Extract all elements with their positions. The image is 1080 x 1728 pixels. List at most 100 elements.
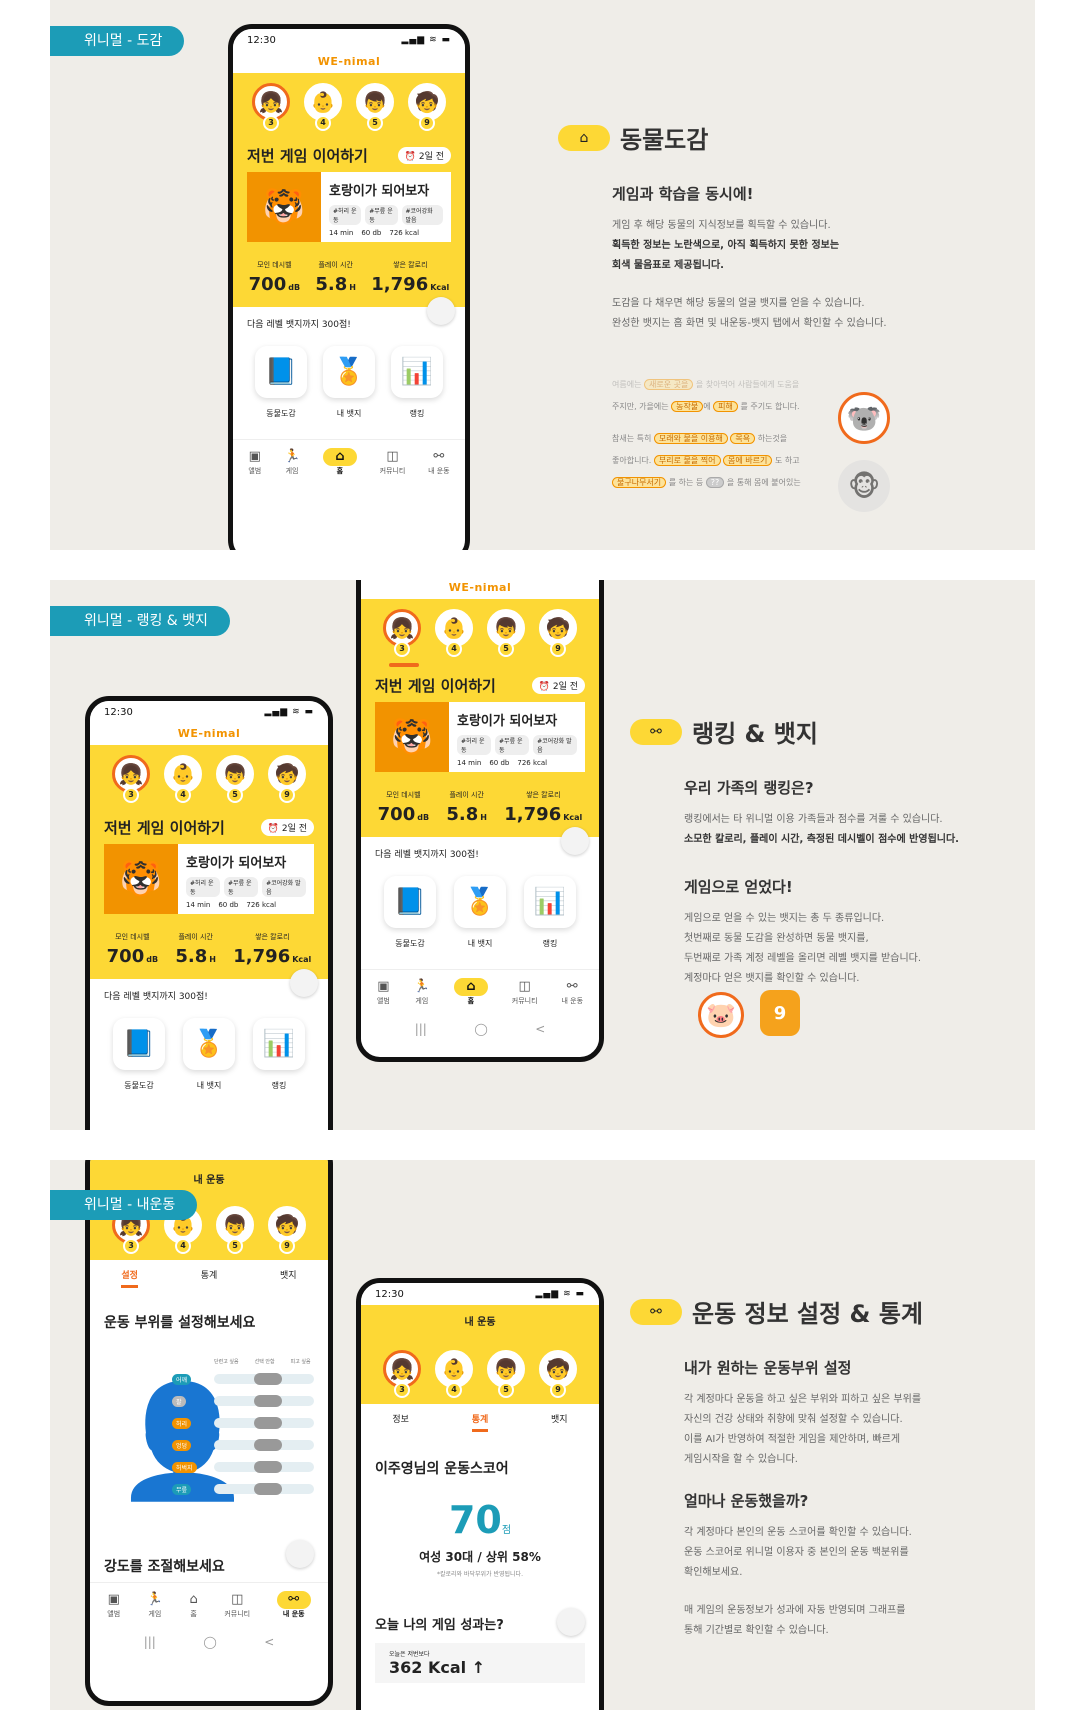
menu-ranking[interactable]: 📊 랭킹 [524, 876, 576, 949]
menu-encyclopedia[interactable]: 📘 동물도감 [255, 346, 307, 419]
tab-my-exercise[interactable]: ⚯ 내 운동 [561, 978, 583, 1006]
avatar-list: 👧 3 👶 4 👦 5 🧒 9 [90, 745, 328, 809]
avatar[interactable]: 🧒 9 [407, 83, 447, 131]
tag-chip: #무릎 운동 [495, 735, 530, 755]
avatar[interactable]: 👶 4 [434, 1350, 474, 1398]
game-stat: 726 kcal [389, 229, 420, 237]
description-ranking: ⚯ 랭킹 & 뱃지 우리 가족의 랭킹은? 랭킹에서는 타 위니멀 이용 가족들과… [630, 714, 1030, 989]
game-stat: 60 db [218, 901, 239, 909]
desc-text: 게임으로 얻을 수 있는 뱃지는 총 두 종류입니다. [684, 913, 885, 924]
avatar[interactable]: 👶 4 [434, 609, 474, 657]
avatar[interactable]: 👦 5 [215, 1206, 255, 1254]
koala-icon: 🐨 [838, 392, 890, 444]
game-card[interactable]: 🐯 호랑이가 되어보자 #허리 운동 #무릎 운동 #코어강화 말음 14 min 6… [104, 844, 314, 914]
avatar[interactable]: 👦 5 [215, 755, 255, 803]
back-button[interactable]: < [535, 1022, 545, 1036]
slider-arm[interactable] [214, 1395, 314, 1407]
phone-stats: 12:30 ▂▄▆ ≋ ▬ 내 운동 👧 3 👶 4 👦 5 🧒 9 정보 통계 뱃지 이… [356, 1278, 604, 1710]
menu-ranking[interactable]: 📊 랭킹 [391, 346, 443, 419]
tab-my-exercise[interactable]: ⚯ 내 운동 [428, 448, 450, 476]
avatar[interactable]: 🧒 9 [538, 1350, 578, 1398]
tab-home[interactable]: ⌂ 홈 [190, 1591, 198, 1619]
toggle-button[interactable] [290, 969, 318, 997]
tab-game[interactable]: 🏃 게임 [414, 978, 430, 1006]
rank-text: 여성 30대 / 상위 58% [419, 1550, 541, 1564]
slider-hip[interactable] [214, 1439, 314, 1451]
book-paw-icon: 📘 [113, 1018, 165, 1070]
tag-chip: #허리 운동 [329, 205, 362, 225]
avatar[interactable]: 🧒 9 [267, 755, 307, 803]
game-card[interactable]: 🐯 호랑이가 되어보자 #허리 운동 #무릎 운동 #코어강화 말음 14 min 6… [247, 172, 451, 242]
menu-badge[interactable]: 🏅 내 뱃지 [323, 346, 375, 419]
tab-album[interactable]: ▣ 앨범 [107, 1591, 120, 1619]
toggle-button[interactable] [427, 297, 455, 325]
part-label-shoulder: 어깨 [172, 1374, 192, 1385]
avatar[interactable]: 👶 4 [163, 755, 203, 803]
toggle-button[interactable] [286, 1540, 314, 1568]
tab-album[interactable]: ▣ 앨범 [377, 978, 390, 1006]
menu-ranking[interactable]: 📊 랭킹 [253, 1018, 305, 1091]
toggle-button[interactable] [561, 827, 589, 855]
menu-badge[interactable]: 🏅 내 뱃지 [183, 1018, 235, 1091]
tab-community[interactable]: ◫ 커뮤니티 [380, 448, 406, 476]
avatar[interactable]: 👧 3 [251, 83, 291, 131]
game-stat: 60 db [489, 759, 510, 767]
tab-info[interactable]: 정보 [392, 1412, 409, 1432]
desc-text: 첫번째로 동물 도감을 완성하면 동물 뱃지를, [684, 933, 869, 944]
tag-chip: #코어강화 말음 [533, 735, 577, 755]
tab-badge[interactable]: 뱃지 [280, 1268, 297, 1288]
today-title: 오늘 나의 게임 성과는? [375, 1608, 585, 1636]
tab-album[interactable]: ▣ 앨범 [248, 448, 261, 476]
tab-stats[interactable]: 통계 [201, 1268, 218, 1288]
tab-home[interactable]: ⌂ 홈 [453, 978, 488, 1006]
home-icon: ⌂ [322, 448, 357, 466]
toggle-button[interactable] [557, 1608, 585, 1636]
tab-community[interactable]: ◫ 커뮤니티 [512, 978, 538, 1006]
slider-waist[interactable] [214, 1417, 314, 1429]
tab-bar: ▣ 앨범 🏃 게임 ⌂ 홈 ◫ 커뮤니티 ⚯ 내 운동 [233, 439, 465, 484]
game-card[interactable]: 🐯 호랑이가 되어보자 #허리 운동 #무릎 운동 #코어강화 말음 14 min 6… [375, 702, 585, 772]
community-icon: ◫ [386, 449, 399, 464]
tab-badge[interactable]: 뱃지 [551, 1412, 568, 1432]
section-title: 랭킹 & 뱃지 [692, 720, 818, 748]
game-name: 호랑이가 되어보자 [186, 856, 287, 871]
home-button[interactable]: ◯ [474, 1022, 487, 1036]
dumbbell-icon: ⚯ [276, 1591, 311, 1609]
avatar[interactable]: 🧒 9 [538, 609, 578, 657]
tab-settings[interactable]: 설정 [121, 1268, 138, 1288]
medal-icon: 🏅 [183, 1018, 235, 1070]
tab-game[interactable]: 🏃 게임 [284, 448, 300, 476]
desc-text: 획득한 정보는 노란색으로, 아직 획득하지 못한 정보는 [612, 240, 840, 251]
phone-home-front: WE-nimal 👧 3 👶 4 👦 5 🧒 9 저번 게임 이어하기 ⏰ 2일 전 🐯 … [356, 580, 604, 1062]
back-button[interactable]: < [264, 1635, 274, 1649]
time-ago-badge: ⏰ 2일 전 [397, 147, 451, 164]
tab-community[interactable]: ◫ 커뮤니티 [224, 1591, 250, 1619]
slider-thigh[interactable] [214, 1461, 314, 1473]
recent-apps-button[interactable]: ||| [144, 1635, 156, 1649]
slider-knee[interactable] [214, 1483, 314, 1495]
tab-my-exercise[interactable]: ⚯ 내 운동 [276, 1591, 311, 1619]
slider-shoulder[interactable] [214, 1373, 314, 1385]
section-tag: 위니멀 - 내운동 [50, 1190, 198, 1220]
tab-home[interactable]: ⌂ 홈 [322, 448, 357, 476]
avatar[interactable]: 👶 4 [303, 83, 343, 131]
avatar[interactable]: 👦 5 [486, 1350, 526, 1398]
avatar[interactable]: 👦 5 [355, 83, 395, 131]
menu-badge[interactable]: 🏅 내 뱃지 [454, 876, 506, 949]
desc-text: 게임 후 해당 동물의 지식정보를 획득할 수 있습니다. [612, 220, 831, 231]
avatar[interactable]: 👧 3 [111, 755, 151, 803]
menu-encyclopedia[interactable]: 📘 동물도감 [384, 876, 436, 949]
system-nav: ||| ◯ < [90, 1627, 328, 1657]
recent-apps-button[interactable]: ||| [415, 1022, 427, 1036]
avatar[interactable]: 👧 3 [382, 609, 422, 657]
avatar[interactable]: 🧒 9 [267, 1206, 307, 1254]
menu-encyclopedia[interactable]: 📘 동물도감 [113, 1018, 165, 1091]
run-icon: 🏃 [283, 449, 301, 464]
avatar[interactable]: 👦 5 [486, 609, 526, 657]
tab-game[interactable]: 🏃 게임 [147, 1591, 163, 1619]
home-button[interactable]: ◯ [203, 1635, 216, 1649]
tab-stats[interactable]: 통계 [471, 1412, 489, 1432]
avatar[interactable]: 👧 3 [382, 1350, 422, 1398]
tiger-icon: 🐯 [247, 172, 321, 242]
subtitle: 우리 가족의 랭킹은? [684, 779, 814, 797]
